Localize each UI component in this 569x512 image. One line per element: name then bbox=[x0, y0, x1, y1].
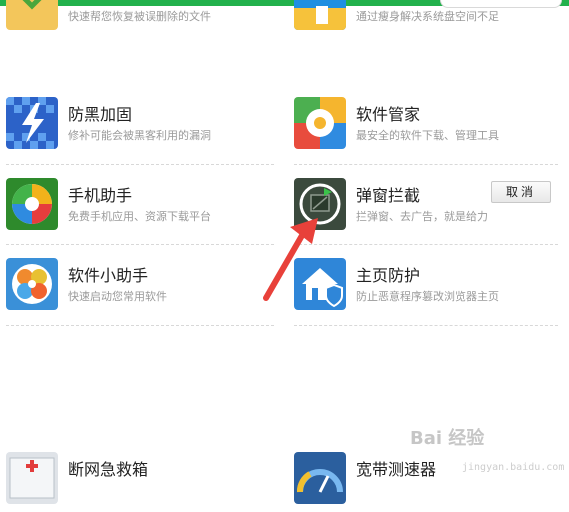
tool-title: 弹窗拦截 bbox=[356, 186, 421, 205]
tool-phone-assistant[interactable]: 手机助手 免费手机应用、资源下载平台 bbox=[6, 178, 276, 238]
watermark-logo: Bai 经验 bbox=[410, 428, 485, 449]
row-separator bbox=[6, 244, 274, 245]
tool-title: 宽带测速器 bbox=[356, 460, 437, 479]
watermark-url: jingyan.baidu.com bbox=[462, 462, 565, 473]
tool-file-restore[interactable]: 快速帮您恢复被误删除的文件 bbox=[6, 0, 276, 38]
tool-speed-test[interactable]: 宽带测速器 bbox=[294, 452, 564, 512]
file-restore-icon bbox=[6, 0, 58, 30]
disk-slim-icon bbox=[294, 0, 346, 30]
tool-anti-hack[interactable]: 防黑加固 修补可能会被黑客利用的漏洞 bbox=[6, 97, 276, 157]
tool-desc: 拦弹窗、去广告，就是给力 bbox=[356, 210, 488, 223]
tool-title: 软件管家 bbox=[356, 105, 421, 124]
tool-title: 断网急救箱 bbox=[68, 460, 149, 479]
tool-desc: 快速帮您恢复被误删除的文件 bbox=[68, 10, 211, 23]
mini-assistant-icon bbox=[6, 258, 58, 310]
tool-desc: 免费手机应用、资源下载平台 bbox=[68, 210, 211, 223]
tool-title: 主页防护 bbox=[356, 266, 421, 285]
row-separator bbox=[294, 164, 558, 165]
row-separator bbox=[6, 325, 274, 326]
software-manager-icon bbox=[294, 97, 346, 149]
tool-title: 防黑加固 bbox=[68, 105, 133, 124]
popup-blocker-icon bbox=[294, 178, 346, 230]
row-separator bbox=[294, 244, 558, 245]
tool-title: 软件小助手 bbox=[68, 266, 149, 285]
tool-disk-slim[interactable]: 通过瘦身解决系统盘空间不足 bbox=[294, 0, 564, 38]
tool-desc: 修补可能会被黑客利用的漏洞 bbox=[68, 129, 211, 142]
phone-assistant-icon bbox=[6, 178, 58, 230]
tool-desc: 通过瘦身解决系统盘空间不足 bbox=[356, 10, 499, 23]
cancel-button[interactable]: 取消 bbox=[491, 181, 551, 203]
row-separator bbox=[6, 164, 274, 165]
tool-mini-assistant[interactable]: 软件小助手 快速启动您常用软件 bbox=[6, 258, 276, 318]
speedometer-icon bbox=[294, 452, 346, 504]
row-separator bbox=[294, 325, 558, 326]
tool-software-manager[interactable]: 软件管家 最安全的软件下载、管理工具 bbox=[294, 97, 564, 157]
tool-desc: 快速启动您常用软件 bbox=[68, 290, 167, 303]
tool-desc: 最安全的软件下载、管理工具 bbox=[356, 129, 499, 142]
tool-title: 手机助手 bbox=[68, 186, 133, 205]
tool-desc: 防止恶意程序篡改浏览器主页 bbox=[356, 290, 499, 303]
lightning-shield-icon bbox=[6, 97, 58, 149]
tool-net-firstaid[interactable]: 断网急救箱 bbox=[6, 452, 276, 512]
tool-homepage-protect[interactable]: 主页防护 防止恶意程序篡改浏览器主页 bbox=[294, 258, 564, 318]
home-shield-icon bbox=[294, 258, 346, 310]
first-aid-kit-icon bbox=[6, 452, 58, 504]
